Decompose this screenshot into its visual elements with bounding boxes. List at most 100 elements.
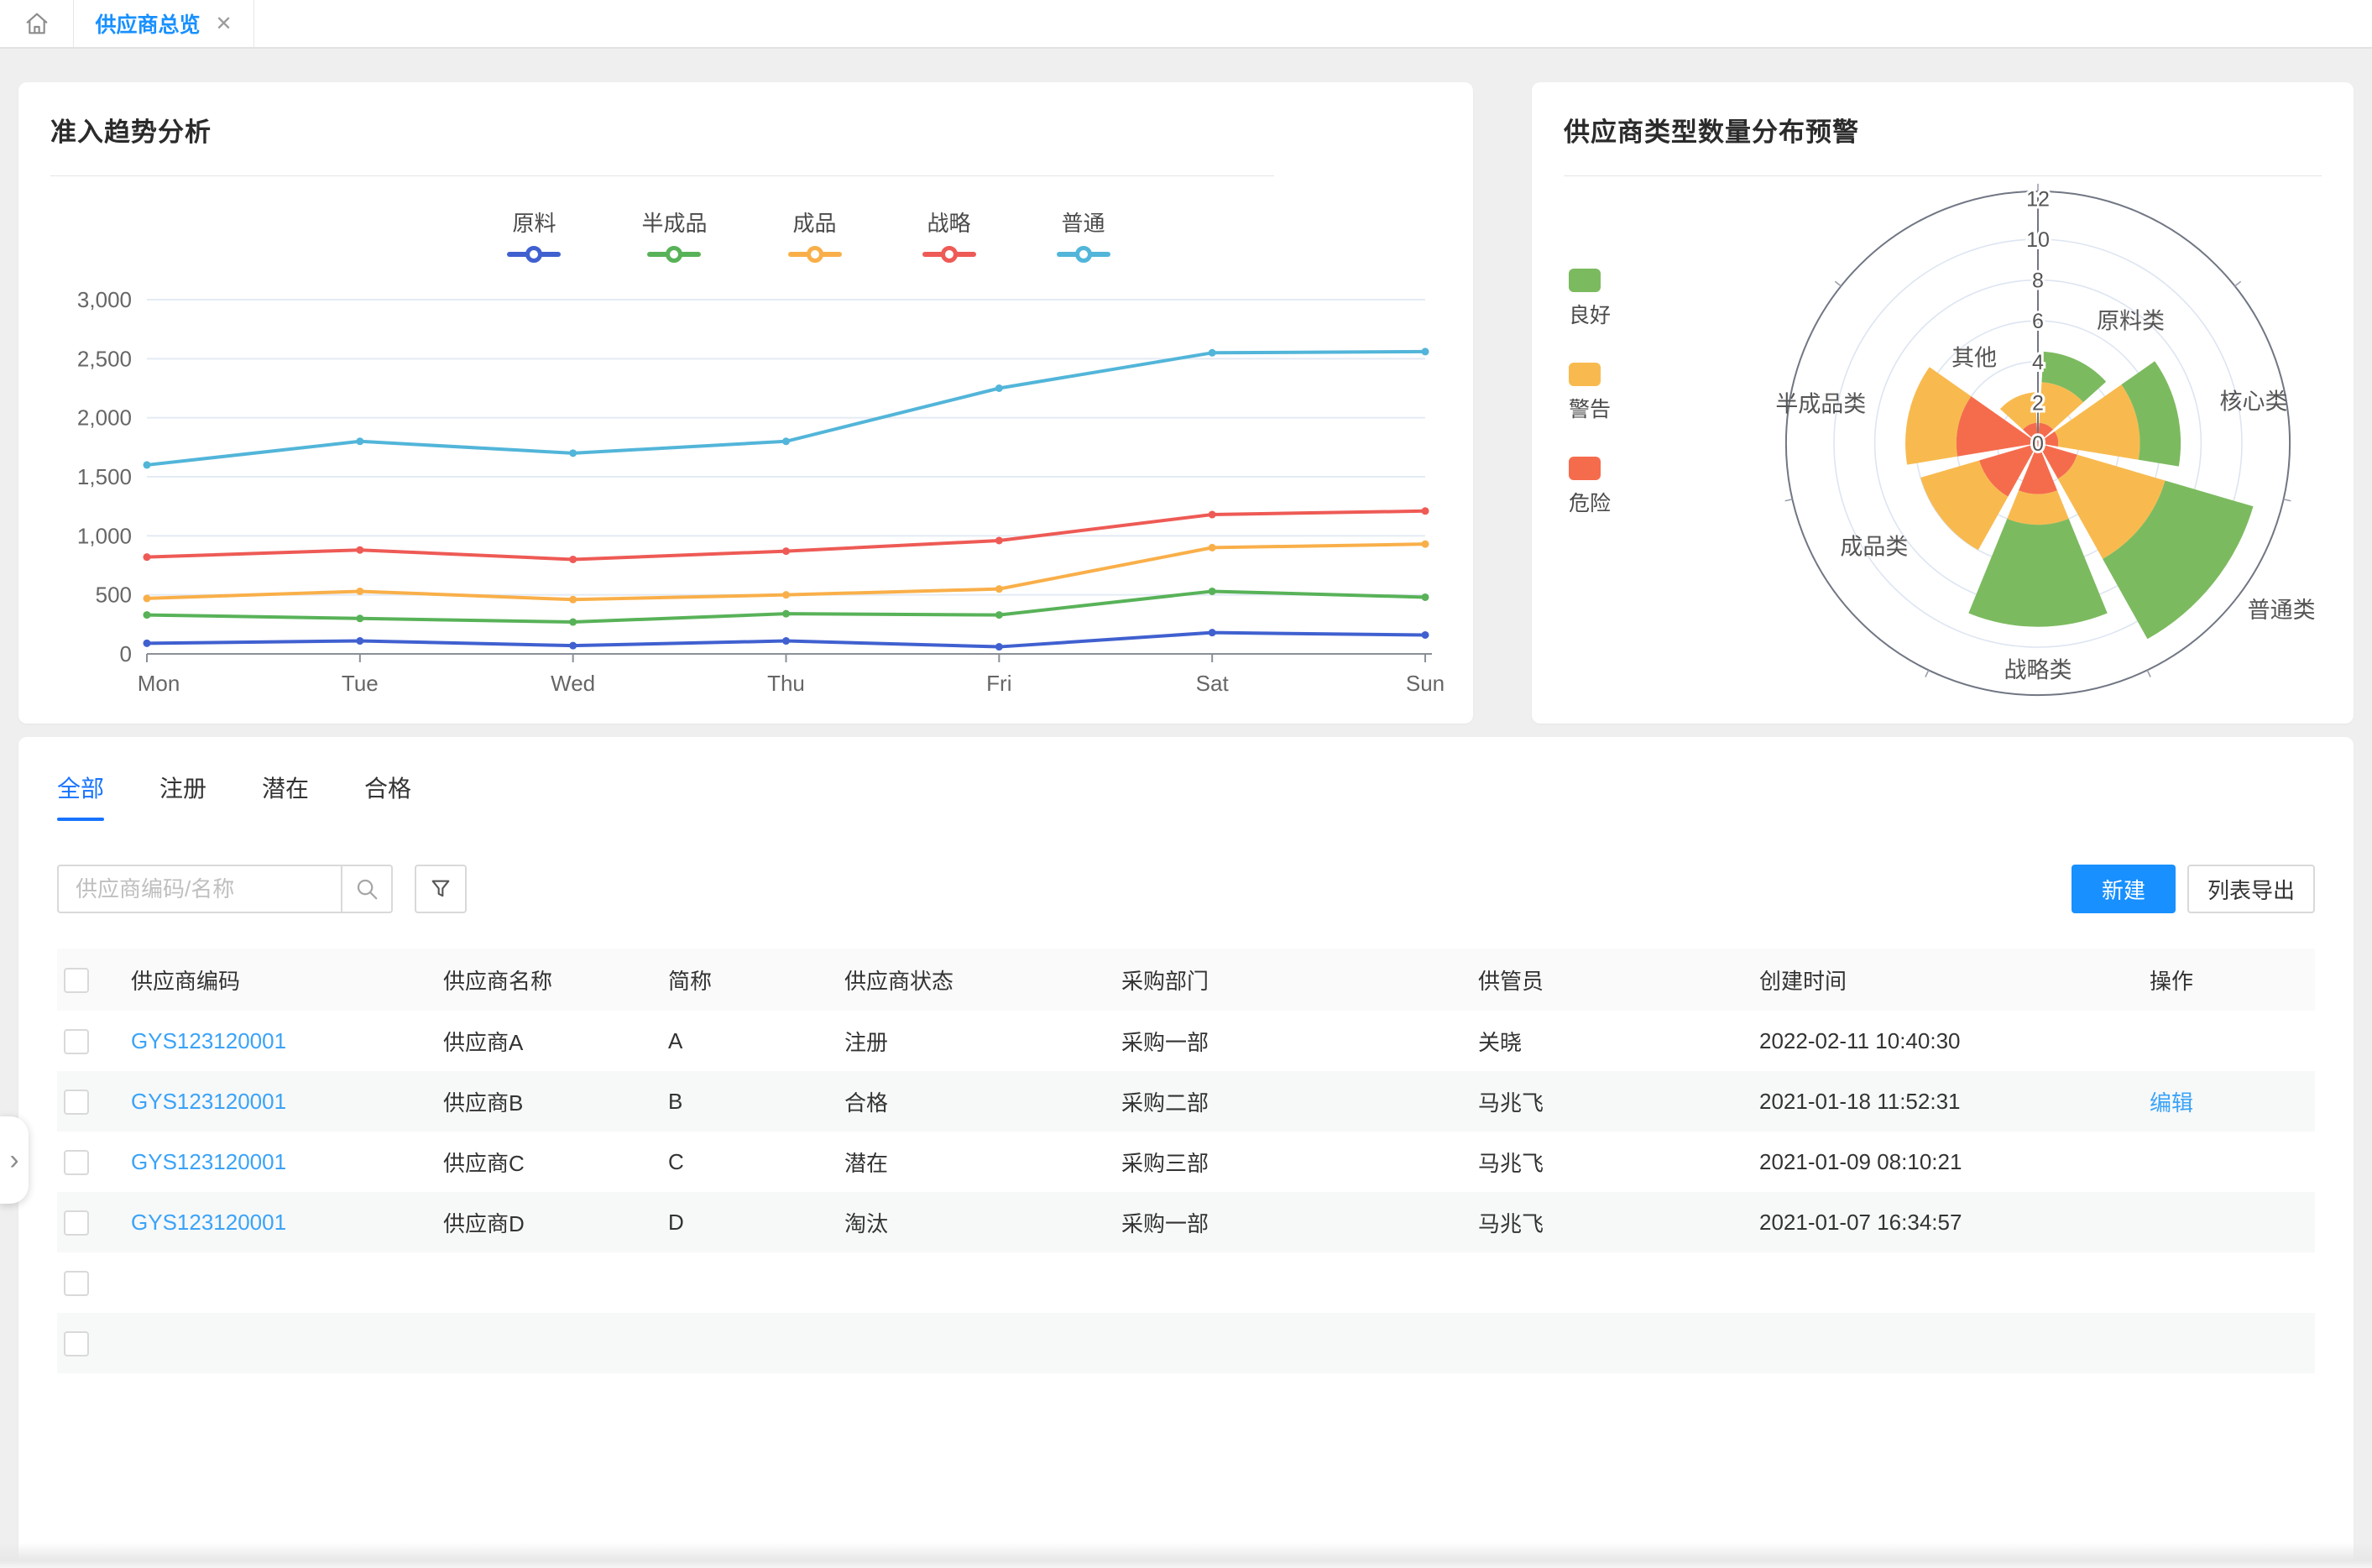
legend-label: 成品	[792, 206, 836, 238]
row-checkbox[interactable]	[64, 1150, 89, 1175]
supplier-code-link[interactable]: GYS123120001	[131, 1089, 286, 1114]
svg-text:6: 6	[2032, 310, 2044, 333]
svg-text:Sun: Sun	[1406, 671, 1444, 696]
svg-text:Thu: Thu	[767, 671, 805, 696]
row-checkbox[interactable]	[64, 1331, 89, 1356]
select-all-checkbox[interactable]	[64, 968, 89, 993]
supplier-code-link[interactable]: GYS123120001	[131, 1149, 286, 1174]
legend-line-marker-icon	[788, 246, 842, 263]
cell-code: GYS123120001	[124, 1071, 436, 1132]
legend-item-成品[interactable]: 成品	[788, 206, 842, 263]
sidebar-expand-handle[interactable]: ›	[0, 1116, 29, 1204]
legend-item-危险[interactable]: 危险	[1569, 457, 1611, 517]
home-icon	[24, 10, 50, 37]
cell-created: 2021-01-18 11:52:31	[1753, 1071, 2143, 1132]
export-list-button[interactable]: 列表导出	[2187, 865, 2315, 913]
empty-cell	[124, 1252, 2315, 1313]
svg-text:半成品类: 半成品类	[1775, 391, 1866, 416]
cell-action	[2143, 1011, 2315, 1071]
cell-action	[2143, 1132, 2315, 1192]
cell-code: GYS123120001	[124, 1132, 436, 1192]
legend-line-marker-icon	[647, 246, 701, 263]
svg-text:Wed: Wed	[551, 671, 595, 696]
svg-text:成品类: 成品类	[1840, 534, 1908, 559]
svg-text:原料类: 原料类	[2097, 309, 2165, 334]
tab-all[interactable]: 全部	[57, 771, 104, 821]
legend-item-警告[interactable]: 警告	[1569, 363, 1611, 423]
supplier-code-link[interactable]: GYS123120001	[131, 1028, 286, 1053]
rose-chart-legend: 良好警告危险	[1569, 269, 1611, 517]
new-button[interactable]: 新建	[2072, 865, 2176, 913]
svg-text:Tue: Tue	[342, 671, 379, 696]
supplier-code-link[interactable]: GYS123120001	[131, 1210, 286, 1235]
legend-item-原料[interactable]: 原料	[507, 206, 561, 263]
cell-abbr: C	[661, 1132, 838, 1192]
legend-item-普通[interactable]: 普通	[1057, 206, 1110, 263]
cell-manager: 马兆飞	[1471, 1071, 1753, 1132]
cell-status: 潜在	[838, 1132, 1115, 1192]
svg-text:核心类: 核心类	[2220, 389, 2288, 415]
cell-dept: 采购一部	[1115, 1011, 1471, 1071]
column-header: 供应商编码	[124, 949, 436, 1011]
cell-name: 供应商A	[436, 1011, 661, 1071]
svg-text:2: 2	[2032, 391, 2044, 415]
column-header: 供管员	[1471, 949, 1753, 1011]
cell-code: GYS123120001	[124, 1011, 436, 1071]
tab-supplier-overview[interactable]: 供应商总览 ✕	[74, 0, 254, 47]
tab-qualified[interactable]: 合格	[364, 771, 411, 821]
tab-registered[interactable]: 注册	[159, 771, 206, 821]
legend-swatch-icon	[1569, 457, 1601, 480]
line-chart-legend: 原料 半成品 成品 战略 普通	[176, 206, 1441, 263]
cell-dept: 采购一部	[1115, 1192, 1471, 1252]
search-icon	[354, 876, 379, 902]
empty-table-row	[57, 1313, 2315, 1373]
cell-dept: 采购二部	[1115, 1071, 1471, 1132]
svg-text:0: 0	[2032, 432, 2044, 456]
svg-text:12: 12	[2026, 187, 2050, 211]
filter-button[interactable]	[415, 865, 467, 913]
search-input[interactable]	[57, 865, 341, 913]
legend-label: 危险	[1569, 487, 1611, 517]
svg-text:战略类: 战略类	[2004, 658, 2072, 683]
tab-potential[interactable]: 潜在	[262, 771, 309, 821]
row-checkbox[interactable]	[64, 1029, 89, 1054]
legend-item-战略[interactable]: 战略	[922, 206, 976, 263]
row-checkbox[interactable]	[64, 1090, 89, 1115]
cell-code: GYS123120001	[124, 1192, 436, 1252]
svg-text:2,500: 2,500	[77, 346, 132, 371]
legend-item-良好[interactable]: 良好	[1569, 269, 1611, 329]
svg-text:500: 500	[96, 583, 132, 608]
legend-label: 普通	[1061, 206, 1105, 238]
table-row: GYS123120001供应商DD淘汰采购一部马兆飞2021-01-07 16:…	[57, 1192, 2315, 1252]
svg-text:1,000: 1,000	[77, 523, 132, 548]
cell-manager: 马兆飞	[1471, 1192, 1753, 1252]
chevron-right-icon: ›	[9, 1146, 18, 1174]
panel-title: 准入趋势分析	[50, 111, 1441, 149]
svg-text:0: 0	[120, 641, 132, 666]
edit-link[interactable]: 编辑	[2150, 1090, 2193, 1116]
top-tab-bar: 供应商总览 ✕	[0, 0, 2372, 49]
cell-action: 编辑	[2143, 1071, 2315, 1132]
cell-action	[2143, 1192, 2315, 1252]
cell-status: 淘汰	[838, 1192, 1115, 1252]
column-header: 简称	[661, 949, 838, 1011]
divider	[50, 175, 1274, 176]
legend-item-半成品[interactable]: 半成品	[641, 206, 707, 263]
cell-abbr: A	[661, 1011, 838, 1071]
legend-label: 半成品	[641, 206, 707, 238]
search-button[interactable]	[341, 865, 393, 913]
row-checkbox[interactable]	[64, 1210, 89, 1236]
supplier-table: 供应商编码供应商名称简称供应商状态采购部门供管员创建时间操作 GYS123120…	[57, 949, 2315, 1373]
tab-label: 供应商总览	[95, 8, 200, 39]
column-header: 操作	[2143, 949, 2315, 1011]
close-icon[interactable]: ✕	[215, 12, 232, 36]
cell-manager: 关晓	[1471, 1011, 1753, 1071]
cell-created: 2022-02-11 10:40:30	[1753, 1011, 2143, 1071]
legend-label: 警告	[1569, 393, 1611, 423]
panel-title: 供应商类型数量分布预警	[1564, 111, 2322, 149]
admission-trend-panel: 准入趋势分析 原料半成品成品战略普通 05001,0001,5002,0002,…	[18, 82, 1473, 724]
svg-text:其他: 其他	[1951, 345, 1997, 370]
row-checkbox[interactable]	[64, 1271, 89, 1296]
cell-name: 供应商D	[436, 1192, 661, 1252]
home-button[interactable]	[0, 0, 74, 47]
